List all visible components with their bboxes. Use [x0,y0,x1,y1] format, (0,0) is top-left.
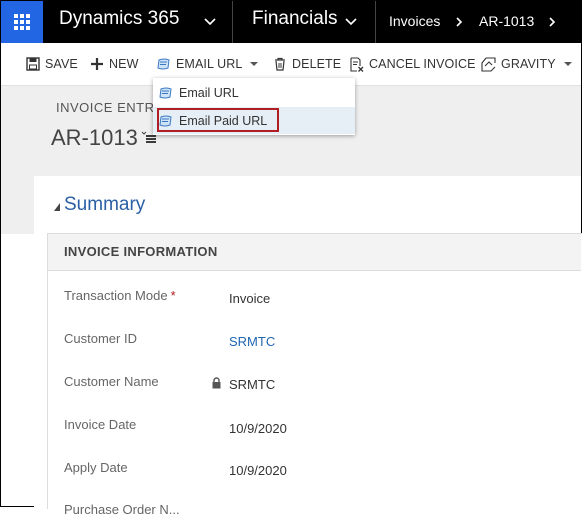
field-value-customer-name: SRMTC [229,377,276,392]
chevron-right-icon [456,17,463,27]
card-title: INVOICE INFORMATION [64,244,218,259]
cancel-document-icon [350,56,364,72]
chevron-right-icon[interactable] [546,16,558,28]
caret-down-icon [563,62,572,66]
email-url-dropdown: Email URL Email Paid URL [153,78,355,135]
card-header: INVOICE INFORMATION [48,234,581,271]
delete-label: DELETE [292,57,342,71]
highlight-outline [157,108,279,132]
section-title[interactable]: Summary [64,194,145,216]
field-label-customer-name: Customer Name [64,374,159,389]
collapse-triangle-icon[interactable] [53,202,61,212]
field-value-invoice-date[interactable]: 10/9/2020 [229,421,287,436]
waffle-icon [14,14,30,30]
divider [375,1,376,43]
app-title[interactable]: Dynamics 365 [59,8,179,30]
chevron-down-icon[interactable] [344,15,358,29]
menu-item-label: Email URL [179,85,239,100]
field-label-purchase-order: Purchase Order N... [64,502,180,517]
cancel-invoice-button[interactable]: CANCEL INVOICE [349,55,476,73]
field-value-transaction-mode[interactable]: Invoice [229,291,270,306]
area-title[interactable]: Financials [252,8,338,30]
breadcrumb-invoices[interactable]: Invoices [389,13,440,29]
record-title: AR-1013 [51,125,138,150]
save-label: SAVE [45,57,78,71]
delete-button[interactable]: DELETE [273,55,341,73]
save-icon [26,57,40,71]
divider [232,1,233,43]
field-value-apply-date[interactable]: 10/9/2020 [229,463,287,478]
field-value-customer-id[interactable]: SRMTC [229,334,275,349]
lock-icon [212,377,221,389]
chevron-down-icon[interactable] [203,15,217,29]
save-button[interactable]: SAVE [26,55,78,73]
required-indicator: * [170,288,176,303]
breadcrumb-record[interactable]: AR-1013 [479,13,534,29]
top-nav-bar: Dynamics 365 Financials Invoices AR-1013 [1,1,581,43]
field-label-apply-date: Apply Date [64,460,128,475]
email-url-menu-button[interactable]: EMAIL URL [157,55,259,73]
email-link-icon [157,58,170,70]
entity-label: INVOICE ENTRY [56,100,164,115]
new-button[interactable]: NEW [90,55,138,73]
field-label-customer-id: Customer ID [64,331,137,346]
gravity-label: GRAVITY [501,57,556,71]
trash-icon [275,57,285,71]
gravity-menu-button[interactable]: GRAVITY [481,55,572,73]
new-label: NEW [109,57,139,71]
plus-icon [91,58,103,70]
gravity-icon [481,56,496,72]
menu-item-email-url[interactable]: Email URL [153,79,355,106]
field-label-transaction-mode: Transaction Mode * [64,288,176,303]
email-url-label: EMAIL URL [176,57,243,71]
cancel-invoice-label: CANCEL INVOICE [369,57,476,71]
field-label-invoice-date: Invoice Date [64,417,137,432]
caret-down-icon [250,62,259,66]
app-launcher-button[interactable] [1,1,43,43]
email-link-icon [159,87,172,98]
